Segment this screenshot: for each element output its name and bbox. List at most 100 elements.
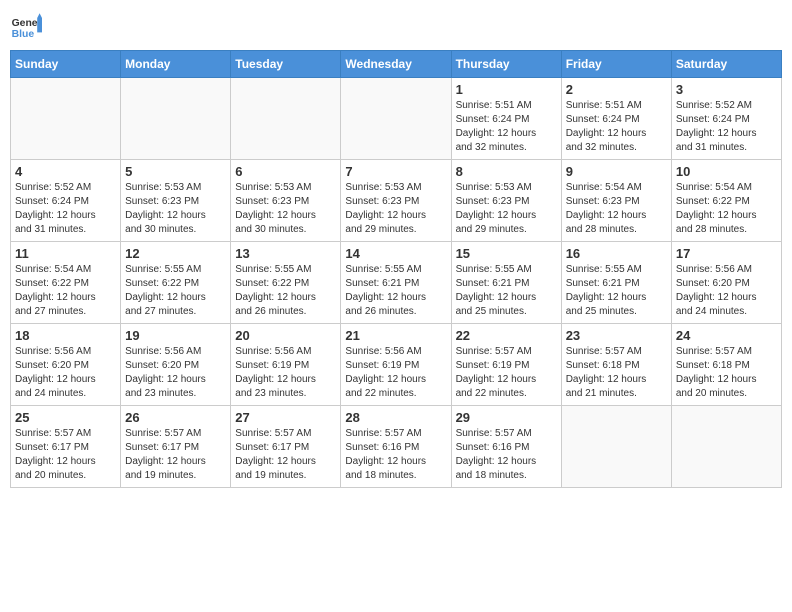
calendar-cell: 13 Sunrise: 5:55 AM Sunset: 6:22 PM Dayli… [231, 242, 341, 324]
day-detail: Sunrise: 5:53 AM Sunset: 6:23 PM Dayligh… [125, 181, 226, 237]
calendar-cell: 6Sunrise: 5:53 AM Sunset: 6:23 PM Daylig… [231, 160, 341, 242]
day-number: 4 [15, 164, 116, 179]
weekday-header-row: SundayMondayTuesdayWednesdayThursdayFrid… [11, 51, 782, 78]
weekday-header-thursday: Thursday [451, 51, 561, 78]
weekday-header-friday: Friday [561, 51, 671, 78]
day-number: 18 [15, 328, 116, 343]
calendar-cell: 19 Sunrise: 5:56 AM Sunset: 6:20 PM Dayli… [121, 324, 231, 406]
calendar-cell [11, 78, 121, 160]
day-number: 17 [676, 246, 777, 261]
day-number: 29 [456, 410, 557, 425]
calendar-cell [121, 78, 231, 160]
weekday-header-saturday: Saturday [671, 51, 781, 78]
day-number: 11 [15, 246, 116, 261]
day-detail: Sunrise: 5:56 AM Sunset: 6:20 PM Dayligh… [676, 263, 777, 319]
svg-text:Blue: Blue [12, 29, 35, 40]
day-number: 26 [125, 410, 226, 425]
day-detail: Sunrise: 5:57 AM Sunset: 6:17 PM Dayligh… [15, 427, 116, 483]
calendar-cell: 15 Sunrise: 5:55 AM Sunset: 6:21 PM Dayli… [451, 242, 561, 324]
day-detail: Sunrise: 5:57 AM Sunset: 6:18 PM Dayligh… [566, 345, 667, 401]
calendar-cell: 11 Sunrise: 5:54 AM Sunset: 6:22 PM Dayli… [11, 242, 121, 324]
calendar-cell: 24 Sunrise: 5:57 AM Sunset: 6:18 PM Dayli… [671, 324, 781, 406]
day-detail: Sunrise: 5:55 AM Sunset: 6:22 PM Dayligh… [235, 263, 336, 319]
calendar-cell: 28 Sunrise: 5:57 AM Sunset: 6:16 PM Dayli… [341, 406, 451, 488]
calendar-cell: 20 Sunrise: 5:56 AM Sunset: 6:19 PM Dayli… [231, 324, 341, 406]
day-number: 3 [676, 82, 777, 97]
calendar-cell: 26 Sunrise: 5:57 AM Sunset: 6:17 PM Dayli… [121, 406, 231, 488]
weekday-header-monday: Monday [121, 51, 231, 78]
day-number: 22 [456, 328, 557, 343]
day-number: 12 [125, 246, 226, 261]
day-detail: Sunrise: 5:56 AM Sunset: 6:20 PM Dayligh… [125, 345, 226, 401]
day-detail: Sunrise: 5:56 AM Sunset: 6:19 PM Dayligh… [235, 345, 336, 401]
calendar-cell: 23 Sunrise: 5:57 AM Sunset: 6:18 PM Dayli… [561, 324, 671, 406]
logo-icon: General Blue [10, 10, 42, 42]
calendar-cell: 1 Sunrise: 5:51 AM Sunset: 6:24 PM Daylig… [451, 78, 561, 160]
calendar-cell: 7Sunrise: 5:53 AM Sunset: 6:23 PM Daylig… [341, 160, 451, 242]
day-number: 16 [566, 246, 667, 261]
calendar-cell: 14Sunrise: 5:55 AM Sunset: 6:21 PM Dayli… [341, 242, 451, 324]
day-detail: Sunrise: 5:57 AM Sunset: 6:18 PM Dayligh… [676, 345, 777, 401]
weekday-header-sunday: Sunday [11, 51, 121, 78]
day-detail: Sunrise: 5:54 AM Sunset: 6:23 PM Dayligh… [566, 181, 667, 237]
day-detail: Sunrise: 5:54 AM Sunset: 6:22 PM Dayligh… [676, 181, 777, 237]
day-detail: Sunrise: 5:57 AM Sunset: 6:19 PM Dayligh… [456, 345, 557, 401]
calendar-cell [561, 406, 671, 488]
day-detail: Sunrise: 5:53 AM Sunset: 6:23 PM Dayligh… [235, 181, 336, 237]
calendar-cell: 18 Sunrise: 5:56 AM Sunset: 6:20 PM Dayli… [11, 324, 121, 406]
calendar-week-4: 18 Sunrise: 5:56 AM Sunset: 6:20 PM Dayli… [11, 324, 782, 406]
calendar-week-2: 4 Sunrise: 5:52 AM Sunset: 6:24 PM Daylig… [11, 160, 782, 242]
day-detail: Sunrise: 5:56 AM Sunset: 6:19 PM Dayligh… [345, 345, 446, 401]
day-detail: Sunrise: 5:55 AM Sunset: 6:21 PM Dayligh… [456, 263, 557, 319]
day-detail: Sunrise: 5:55 AM Sunset: 6:21 PM Dayligh… [566, 263, 667, 319]
day-number: 20 [235, 328, 336, 343]
calendar-cell: 25Sunrise: 5:57 AM Sunset: 6:17 PM Dayli… [11, 406, 121, 488]
calendar-week-3: 11 Sunrise: 5:54 AM Sunset: 6:22 PM Dayli… [11, 242, 782, 324]
day-number: 15 [456, 246, 557, 261]
day-number: 23 [566, 328, 667, 343]
day-detail: Sunrise: 5:51 AM Sunset: 6:24 PM Dayligh… [566, 99, 667, 155]
day-detail: Sunrise: 5:56 AM Sunset: 6:20 PM Dayligh… [15, 345, 116, 401]
day-number: 8 [456, 164, 557, 179]
calendar-cell: 3 Sunrise: 5:52 AM Sunset: 6:24 PM Daylig… [671, 78, 781, 160]
logo: General Blue [10, 10, 46, 42]
day-number: 1 [456, 82, 557, 97]
day-number: 13 [235, 246, 336, 261]
day-number: 10 [676, 164, 777, 179]
day-detail: Sunrise: 5:52 AM Sunset: 6:24 PM Dayligh… [15, 181, 116, 237]
calendar-cell: 29Sunrise: 5:57 AM Sunset: 6:16 PM Dayli… [451, 406, 561, 488]
calendar-cell: 17 Sunrise: 5:56 AM Sunset: 6:20 PM Dayli… [671, 242, 781, 324]
calendar-cell: 8 Sunrise: 5:53 AM Sunset: 6:23 PM Daylig… [451, 160, 561, 242]
day-number: 28 [345, 410, 446, 425]
day-detail: Sunrise: 5:53 AM Sunset: 6:23 PM Dayligh… [345, 181, 446, 237]
day-detail: Sunrise: 5:51 AM Sunset: 6:24 PM Dayligh… [456, 99, 557, 155]
calendar-table: SundayMondayTuesdayWednesdayThursdayFrid… [10, 50, 782, 488]
day-number: 27 [235, 410, 336, 425]
calendar-cell: 27 Sunrise: 5:57 AM Sunset: 6:17 PM Dayli… [231, 406, 341, 488]
calendar-cell: 2 Sunrise: 5:51 AM Sunset: 6:24 PM Daylig… [561, 78, 671, 160]
calendar-cell [671, 406, 781, 488]
calendar-cell: 9Sunrise: 5:54 AM Sunset: 6:23 PM Daylig… [561, 160, 671, 242]
day-detail: Sunrise: 5:52 AM Sunset: 6:24 PM Dayligh… [676, 99, 777, 155]
day-number: 24 [676, 328, 777, 343]
calendar-week-1: 1 Sunrise: 5:51 AM Sunset: 6:24 PM Daylig… [11, 78, 782, 160]
calendar-cell: 16 Sunrise: 5:55 AM Sunset: 6:21 PM Dayli… [561, 242, 671, 324]
calendar-week-5: 25Sunrise: 5:57 AM Sunset: 6:17 PM Dayli… [11, 406, 782, 488]
calendar-cell: 4 Sunrise: 5:52 AM Sunset: 6:24 PM Daylig… [11, 160, 121, 242]
day-detail: Sunrise: 5:54 AM Sunset: 6:22 PM Dayligh… [15, 263, 116, 319]
day-number: 5 [125, 164, 226, 179]
day-detail: Sunrise: 5:57 AM Sunset: 6:17 PM Dayligh… [125, 427, 226, 483]
calendar-cell: 10 Sunrise: 5:54 AM Sunset: 6:22 PM Dayli… [671, 160, 781, 242]
day-detail: Sunrise: 5:57 AM Sunset: 6:17 PM Dayligh… [235, 427, 336, 483]
day-detail: Sunrise: 5:53 AM Sunset: 6:23 PM Dayligh… [456, 181, 557, 237]
weekday-header-tuesday: Tuesday [231, 51, 341, 78]
calendar-cell: 22 Sunrise: 5:57 AM Sunset: 6:19 PM Dayli… [451, 324, 561, 406]
weekday-header-wednesday: Wednesday [341, 51, 451, 78]
calendar-cell: 21Sunrise: 5:56 AM Sunset: 6:19 PM Dayli… [341, 324, 451, 406]
calendar-cell [231, 78, 341, 160]
day-number: 19 [125, 328, 226, 343]
page-header: General Blue [10, 10, 782, 42]
day-number: 2 [566, 82, 667, 97]
day-number: 14 [345, 246, 446, 261]
day-detail: Sunrise: 5:57 AM Sunset: 6:16 PM Dayligh… [345, 427, 446, 483]
